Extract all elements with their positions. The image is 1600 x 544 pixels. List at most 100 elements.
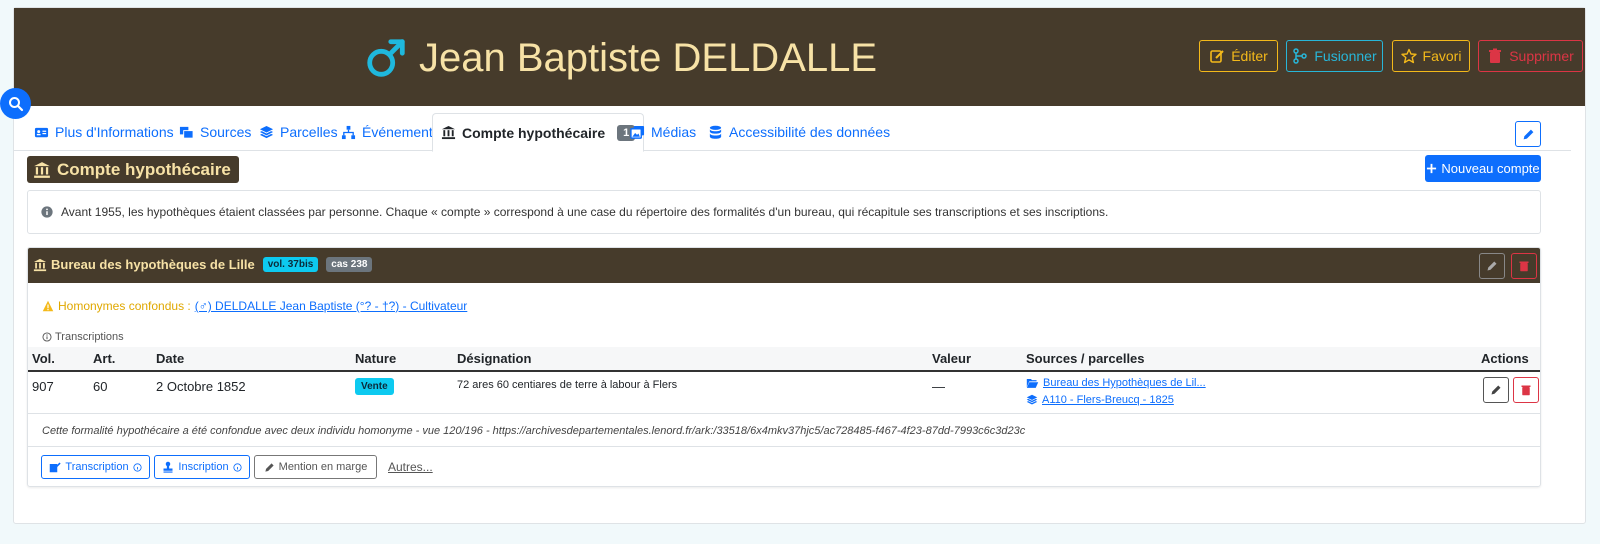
row-edit-button[interactable] [1483, 377, 1509, 403]
bureau-card: Bureau des hypothèques de Lille vol. 37b… [27, 247, 1541, 487]
warning-icon [42, 300, 54, 312]
merge-label: Fusionner [1314, 48, 1377, 64]
col-actions: Actions [1481, 351, 1529, 366]
parcelle-link-text: A110 - Flers-Breucq - 1825 [1042, 394, 1174, 406]
tab-label: Événement [362, 124, 433, 140]
source-link[interactable]: Bureau des Hypothèques de Lil... [1026, 377, 1206, 389]
branch-icon [1293, 48, 1308, 64]
info-icon [41, 206, 53, 218]
layers-icon [259, 125, 274, 138]
bureau-edit-button[interactable] [1479, 253, 1505, 279]
parcelle-link[interactable]: A110 - Flers-Breucq - 1825 [1026, 394, 1174, 406]
bureau-title: Bureau des hypothèques de Lille vol. 37b… [33, 257, 373, 272]
row-delete-button[interactable] [1513, 377, 1539, 403]
source-link-text: Bureau des Hypothèques de Lil... [1043, 377, 1206, 389]
merge-button[interactable]: Fusionner [1286, 40, 1383, 72]
new-account-button[interactable]: Nouveau compte [1425, 155, 1541, 182]
sources-icon [179, 126, 194, 139]
homonymes-line: Homonymes confondus : (♂) DELDALLE Jean … [42, 299, 467, 313]
favorite-button[interactable]: Favori [1392, 40, 1470, 72]
table-header: Vol. Art. Date Nature Désignation Valeur… [28, 347, 1540, 372]
stamp-icon [163, 461, 173, 473]
col-vol: Vol. [32, 351, 55, 366]
tab-parcelles[interactable]: Parcelles [259, 113, 338, 151]
section-title-text: Compte hypothécaire [57, 159, 231, 179]
edit-icon [1210, 50, 1224, 63]
homonymes-label: Homonymes confondus : [58, 299, 191, 313]
tab-compte-hypothecaire[interactable]: Compte hypothécaire 1 [432, 113, 645, 152]
tab-evenement[interactable]: Événement [341, 113, 433, 151]
info-circle-icon [133, 462, 142, 472]
info-text: Avant 1955, les hypothèques étaient clas… [61, 205, 1109, 219]
tab-label: Accessibilité des données [729, 124, 891, 140]
star-icon [1400, 48, 1417, 64]
search-icon [8, 96, 23, 111]
folder-open-icon [1026, 378, 1039, 388]
col-date: Date [156, 351, 185, 366]
pencil-icon [265, 462, 274, 472]
more-link[interactable]: Autres... [388, 460, 433, 474]
bureau-header: Bureau des hypothèques de Lille vol. 37b… [28, 248, 1540, 283]
bureau-name: Bureau des hypothèques de Lille [51, 257, 255, 272]
pencil-icon [1491, 385, 1501, 395]
person-header: Jean Baptiste DELDALLE Éditer Fusionner … [14, 8, 1585, 106]
images-icon [630, 125, 645, 139]
tab-sources[interactable]: Sources [179, 113, 251, 151]
tab-label: Sources [200, 124, 252, 140]
tab-accessibilite[interactable]: Accessibilité des données [708, 113, 890, 151]
tab-label: Médias [651, 124, 697, 140]
bank-icon [33, 258, 47, 271]
layers-icon [1026, 394, 1038, 405]
nature-badge: Vente [355, 378, 394, 395]
add-mention-button[interactable]: Mention en marge [254, 455, 377, 479]
cas-badge: cas 238 [326, 257, 373, 272]
tab-more-info[interactable]: Plus d'Informations [34, 113, 174, 151]
transcription-icon [50, 462, 62, 473]
tab-bar: Plus d'Informations Sources Parcelles Év… [13, 113, 1586, 152]
trash-icon [1519, 261, 1529, 272]
col-art: Art. [93, 351, 116, 366]
bank-icon [441, 125, 456, 140]
edit-label: Éditer [1231, 48, 1268, 64]
edit-tabs-button[interactable] [1515, 121, 1541, 147]
info-circle-icon [42, 332, 52, 342]
col-valeur: Valeur [932, 351, 972, 366]
info-box: Avant 1955, les hypothèques étaient clas… [27, 190, 1541, 234]
edit-button[interactable]: Éditer [1199, 40, 1278, 72]
trash-icon [1521, 385, 1531, 396]
person-name: Jean Baptiste DELDALLE [419, 36, 878, 80]
add-transcription-button[interactable]: Transcription [41, 455, 150, 479]
col-nature: Nature [355, 351, 397, 366]
delete-label: Supprimer [1509, 48, 1574, 64]
cell-designation: 72 ares 60 centiares de terre à labour à… [457, 379, 678, 391]
homonyme-link[interactable]: (♂) DELDALLE Jean Baptiste (°? - †?) - C… [195, 299, 468, 313]
table-row: 907 60 2 Octobre 1852 Vente 72 ares 60 c… [28, 372, 1540, 414]
divider [28, 446, 1540, 447]
cell-valeur: — [932, 379, 945, 394]
pencil-icon [1487, 261, 1497, 271]
trash-icon [1489, 48, 1502, 63]
network-icon [341, 125, 356, 139]
favorite-label: Favori [1422, 48, 1462, 64]
mention-label: Mention en marge [278, 461, 368, 473]
tab-medias[interactable]: Médias [630, 113, 696, 151]
add-inscription-button[interactable]: Inscription [154, 455, 250, 479]
plus-icon [1427, 163, 1437, 174]
delete-button[interactable]: Supprimer [1478, 40, 1583, 72]
transcription-label: Transcription [65, 461, 129, 473]
cell-vol: 907 [32, 379, 54, 394]
bureau-delete-button[interactable] [1511, 253, 1537, 279]
row-note: Cette formalité hypothécaire a été confo… [42, 425, 1026, 437]
transcriptions-label: Transcriptions [42, 331, 124, 343]
male-icon [367, 39, 405, 77]
section-title: Compte hypothécaire [27, 156, 239, 183]
cell-art: 60 [93, 379, 108, 394]
tab-label: Plus d'Informations [55, 124, 174, 140]
tab-label: Compte hypothécaire [462, 124, 606, 141]
bank-icon [34, 161, 50, 178]
cell-date: 2 Octobre 1852 [156, 379, 246, 394]
tab-label: Parcelles [280, 124, 338, 140]
id-card-icon [34, 127, 49, 137]
page-title: Jean Baptiste DELDALLE [363, 34, 877, 82]
new-account-label: Nouveau compte [1441, 161, 1540, 176]
